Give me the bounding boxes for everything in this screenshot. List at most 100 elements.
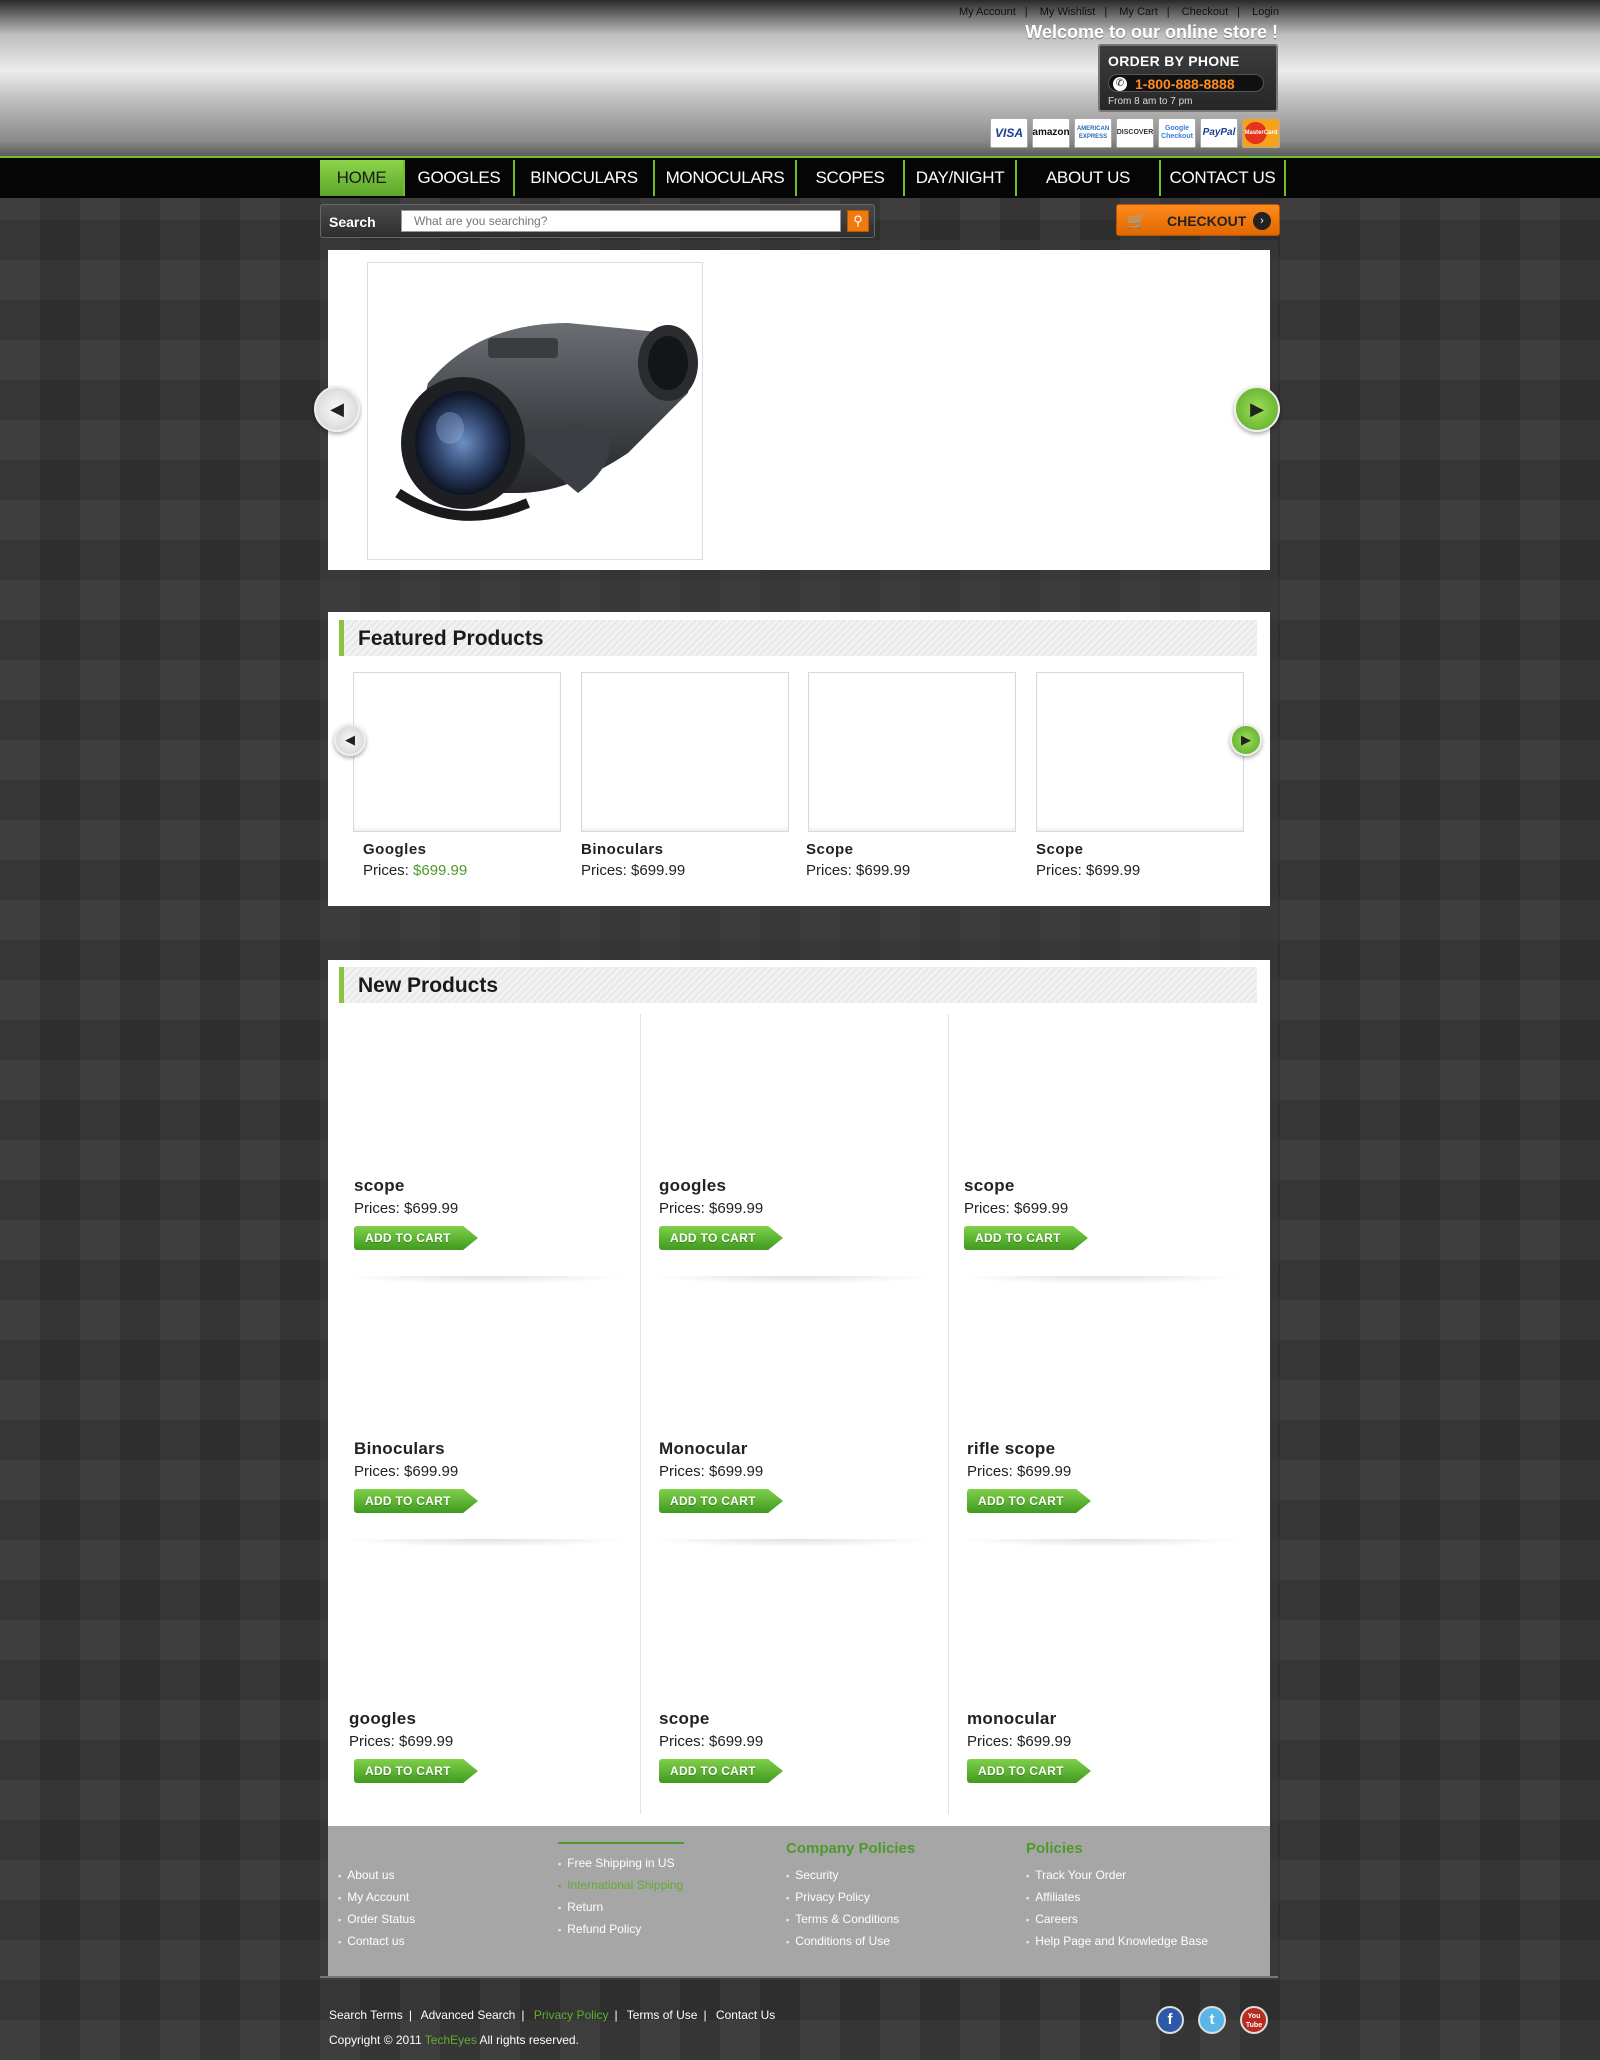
visa-card-icon: VISA (990, 118, 1028, 148)
nav-item-home[interactable]: HOME (320, 160, 405, 196)
slider-next-button[interactable]: ▶ (1234, 386, 1280, 432)
bottom-link-terms-of-use[interactable]: Terms of Use (627, 2008, 698, 2022)
featured-product-thumb[interactable] (353, 672, 561, 832)
add-to-cart-button[interactable]: ADD TO CART (964, 1226, 1088, 1250)
footer-link[interactable]: ▪ International Shipping (558, 1878, 684, 1900)
new-product-name[interactable]: monocular (967, 1709, 1057, 1729)
nav-item-monoculars[interactable]: MONOCULARS (655, 160, 797, 196)
add-to-cart-button[interactable]: ADD TO CART (659, 1489, 783, 1513)
add-to-cart-button[interactable]: ADD TO CART (354, 1226, 478, 1250)
footer-column-company-policies: Company Policies ▪ Security ▪ Privacy Poli… (786, 1840, 915, 1956)
nav-item-day-night[interactable]: DAY/NIGHT (905, 160, 1017, 196)
nav-item-contact-us[interactable]: CONTACT US (1161, 160, 1286, 196)
new-product-name[interactable]: scope (964, 1176, 1015, 1196)
bottom-link-advanced-search[interactable]: Advanced Search (421, 2008, 516, 2022)
top-link-checkout[interactable]: Checkout (1182, 6, 1228, 18)
cart-icon: 🛒 (1127, 213, 1146, 230)
search-input[interactable] (401, 210, 841, 232)
featured-product-name[interactable]: Googles (363, 841, 427, 858)
featured-product-thumb[interactable] (1036, 672, 1244, 832)
footer-link[interactable]: ▪ Help Page and Knowledge Base (1026, 1934, 1208, 1956)
footer-link[interactable]: ▪ Terms & Conditions (786, 1912, 915, 1934)
featured-product-name[interactable]: Binoculars (581, 841, 664, 858)
footer-link[interactable]: ▪ About us (338, 1868, 415, 1890)
nav-item-scopes[interactable]: SCOPES (797, 160, 905, 196)
nav-item-googles[interactable]: GOOGLES (405, 160, 515, 196)
site-header: My Account | My Wishlist | My Cart | Checko… (0, 0, 1600, 156)
main-navigation: HOME GOOGLES BINOCULARS MONOCULARS SCOPE… (0, 156, 1600, 198)
nav-item-binoculars[interactable]: BINOCULARS (515, 160, 655, 196)
checkout-label: CHECKOUT (1167, 213, 1247, 229)
footer-link[interactable]: ▪ Security (786, 1868, 915, 1890)
arrow-left-icon: ◀ (330, 398, 344, 419)
checkout-button[interactable]: 🛒 CHECKOUT › (1116, 204, 1280, 236)
featured-products-panel: Featured Products Googles Binoculars Sco… (328, 612, 1270, 906)
arrow-right-icon: ▶ (1241, 732, 1251, 747)
phone-hours: From 8 am to 7 pm (1108, 96, 1193, 107)
hero-slider (328, 250, 1270, 570)
footer-link[interactable]: ▪ Affiliates (1026, 1890, 1208, 1912)
new-product-name[interactable]: scope (659, 1709, 710, 1729)
new-product-name[interactable]: rifle scope (967, 1439, 1055, 1459)
new-products-panel: New Products scope Prices: $699.99 ADD T… (328, 960, 1270, 1826)
new-product-price: Prices: $699.99 (659, 1463, 764, 1480)
new-product-price: Prices: $699.99 (354, 1200, 459, 1217)
phone-number: 1-800-888-8888 (1135, 76, 1235, 92)
add-to-cart-button[interactable]: ADD TO CART (354, 1759, 478, 1783)
top-link-my-account[interactable]: My Account (959, 6, 1016, 18)
bottom-link-privacy-policy[interactable]: Privacy Policy (534, 2008, 609, 2022)
new-product-price: Prices: $699.99 (659, 1200, 764, 1217)
add-to-cart-button[interactable]: ADD TO CART (967, 1759, 1091, 1783)
add-to-cart-button[interactable]: ADD TO CART (354, 1489, 478, 1513)
top-link-my-cart[interactable]: My Cart (1119, 6, 1158, 18)
bottom-link-contact-us[interactable]: Contact Us (716, 2008, 775, 2022)
new-product-price: Prices: $699.99 (659, 1733, 764, 1750)
footer-link[interactable]: ▪ Careers (1026, 1912, 1208, 1934)
facebook-icon[interactable]: f (1156, 2006, 1184, 2034)
twitter-icon[interactable]: t (1198, 2006, 1226, 2034)
top-link-my-wishlist[interactable]: My Wishlist (1040, 6, 1096, 18)
new-product-name[interactable]: googles (659, 1176, 726, 1196)
footer-heading-bar (558, 1842, 684, 1844)
featured-product-thumb[interactable] (808, 672, 1016, 832)
payment-cards: VISA amazon AMERICAN EXPRESS DISCOVER Go… (990, 118, 1280, 148)
featured-product-name[interactable]: Scope (1036, 841, 1084, 858)
footer-link[interactable]: ▪ Track Your Order (1026, 1868, 1208, 1890)
footer-heading: Company Policies (786, 1840, 916, 1857)
featured-next-button[interactable]: ▶ (1230, 724, 1262, 756)
footer-link[interactable]: ▪ Order Status (338, 1912, 415, 1934)
brand-link[interactable]: TechEyes (425, 2033, 477, 2047)
new-product-name[interactable]: Monocular (659, 1439, 748, 1459)
footer-link[interactable]: ▪ Privacy Policy (786, 1890, 915, 1912)
footer-link[interactable]: ▪ Free Shipping in US (558, 1856, 684, 1878)
paypal-card-icon: PayPal (1200, 118, 1238, 148)
featured-product-name[interactable]: Scope (806, 841, 854, 858)
featured-product-price: Prices: $699.99 (363, 862, 468, 879)
nav-item-about-us[interactable]: ABOUT US (1017, 160, 1161, 196)
phone-box-title: ORDER BY PHONE (1108, 53, 1240, 69)
new-product-name[interactable]: googles (349, 1709, 416, 1729)
footer-link[interactable]: ▪ Contact us (338, 1934, 415, 1956)
search-label: Search (329, 214, 376, 230)
slider-prev-button[interactable]: ◀ (314, 386, 360, 432)
featured-prev-button[interactable]: ◀ (334, 724, 366, 756)
new-product-price: Prices: $699.99 (964, 1200, 1069, 1217)
footer-link[interactable]: ▪ My Account (338, 1890, 415, 1912)
new-product-name[interactable]: Binoculars (354, 1439, 445, 1459)
search-button[interactable]: ⚲ (847, 210, 869, 232)
amex-card-icon: AMERICAN EXPRESS (1074, 118, 1112, 148)
new-product-name[interactable]: scope (354, 1176, 405, 1196)
add-to-cart-button[interactable]: ADD TO CART (659, 1759, 783, 1783)
youtube-icon[interactable]: You Tube (1240, 2006, 1268, 2034)
phone-icon: ✆ (1113, 77, 1127, 91)
footer-link[interactable]: ▪ Refund Policy (558, 1922, 684, 1944)
featured-product-thumb[interactable] (581, 672, 789, 832)
add-to-cart-button[interactable]: ADD TO CART (659, 1226, 783, 1250)
add-to-cart-button[interactable]: ADD TO CART (967, 1489, 1091, 1513)
top-link-login[interactable]: Login (1252, 6, 1279, 18)
slide-image-frame[interactable] (367, 262, 703, 560)
footer-link[interactable]: ▪ Conditions of Use (786, 1934, 915, 1956)
footer-link[interactable]: ▪ Return (558, 1900, 684, 1922)
featured-product-price: Prices: $699.99 (581, 862, 686, 879)
bottom-link-search-terms[interactable]: Search Terms (329, 2008, 403, 2022)
